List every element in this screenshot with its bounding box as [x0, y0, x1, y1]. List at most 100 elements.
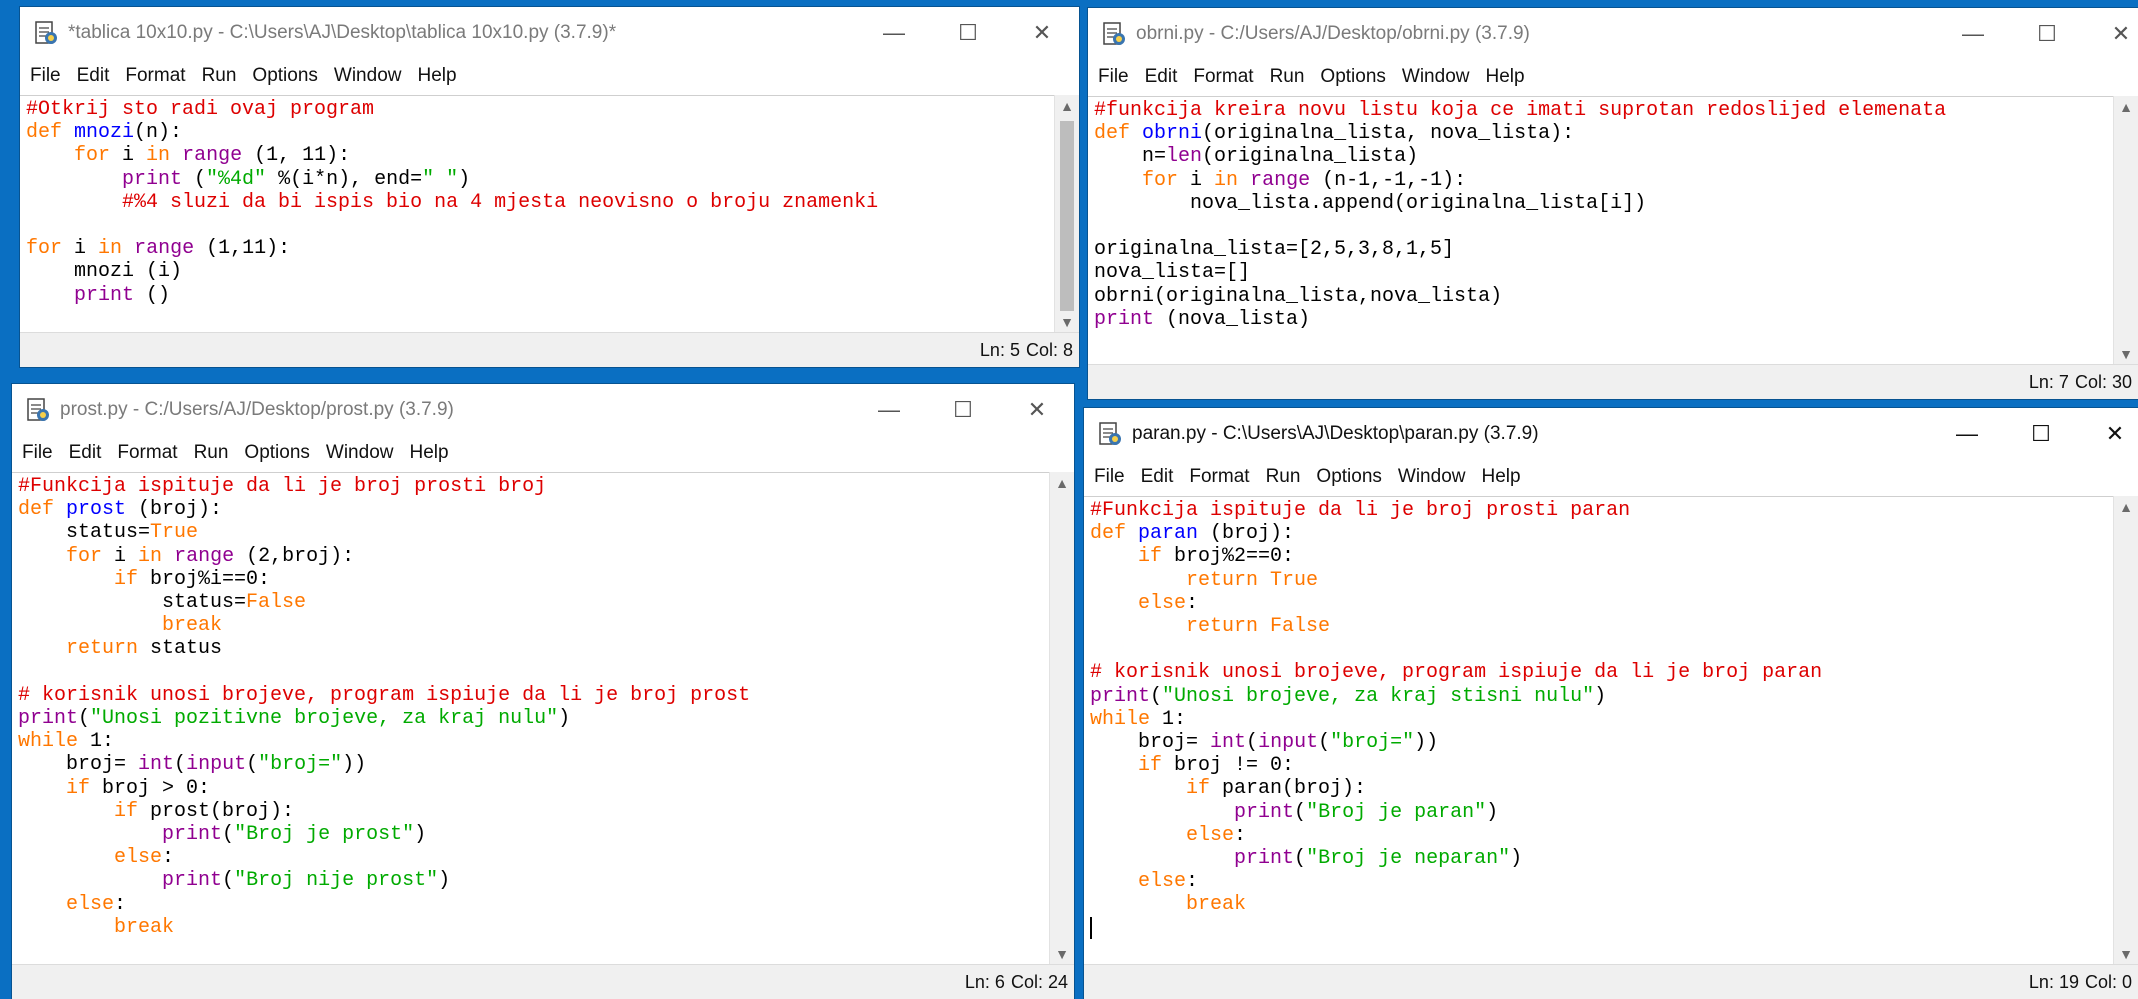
- menu-run[interactable]: Run: [186, 442, 237, 464]
- idle-window-paran[interactable]: paran.py - C:\Users\AJ\Desktop\paran.py …: [1084, 408, 2138, 999]
- vertical-scrollbar[interactable]: ▲ ▼: [2113, 96, 2138, 365]
- menu-bar: File Edit Format Run Options Window Help: [12, 436, 1074, 470]
- code-text: #Otkrij sto radi ovaj program def mnozi(…: [26, 98, 879, 307]
- menu-run[interactable]: Run: [1258, 466, 1309, 488]
- code-editor[interactable]: #Funkcija ispituje da li je broj prosti …: [12, 472, 1050, 965]
- vertical-scrollbar[interactable]: ▲ ▼: [1049, 472, 1074, 965]
- text-cursor: [1090, 916, 1092, 939]
- scroll-thumb[interactable]: [1060, 121, 1074, 311]
- title-bar[interactable]: prost.py - C:/Users/AJ/Desktop/prost.py …: [12, 384, 1074, 436]
- title-bar[interactable]: paran.py - C:\Users\AJ\Desktop\paran.py …: [1084, 408, 2138, 460]
- minimize-button[interactable]: —: [1936, 8, 2010, 60]
- menu-help[interactable]: Help: [1477, 66, 1532, 88]
- window-title: obrni.py - C:/Users/AJ/Desktop/obrni.py …: [1136, 23, 1530, 44]
- python-file-icon: [24, 396, 52, 424]
- menu-options[interactable]: Options: [236, 442, 317, 464]
- close-icon: ✕: [1027, 397, 1047, 422]
- scroll-up-icon[interactable]: ▲: [2114, 496, 2138, 518]
- menu-window[interactable]: Window: [1394, 66, 1478, 88]
- minimize-button[interactable]: —: [1930, 408, 2004, 460]
- title-bar[interactable]: obrni.py - C:/Users/AJ/Desktop/obrni.py …: [1088, 8, 2138, 60]
- maximize-button[interactable]: ☐: [926, 384, 1000, 436]
- menu-file[interactable]: File: [20, 65, 69, 87]
- python-file-icon: [1100, 20, 1128, 48]
- close-icon: ✕: [2111, 21, 2131, 46]
- menu-file[interactable]: File: [12, 442, 61, 464]
- line-number: Ln: 7: [2028, 371, 2069, 392]
- minimize-icon: —: [1962, 21, 1984, 46]
- scroll-down-icon[interactable]: ▼: [1050, 943, 1074, 965]
- menu-file[interactable]: File: [1088, 66, 1137, 88]
- close-button[interactable]: ✕: [2084, 8, 2138, 60]
- idle-window-tablica[interactable]: *tablica 10x10.py - C:\Users\AJ\Desktop\…: [20, 7, 1079, 367]
- code-editor[interactable]: #Funkcija ispituje da li je broj prosti …: [1084, 496, 2114, 965]
- close-button[interactable]: ✕: [1000, 384, 1074, 436]
- vertical-scrollbar[interactable]: ▲ ▼: [2113, 496, 2138, 965]
- maximize-button[interactable]: ☐: [2004, 408, 2078, 460]
- maximize-icon: ☐: [2031, 421, 2051, 446]
- column-number: Col: 8: [1025, 339, 1073, 360]
- line-number: Ln: 6: [964, 971, 1005, 992]
- menu-bar: File Edit Format Run Options Window Help: [1088, 60, 2138, 94]
- scroll-up-icon[interactable]: ▲: [1055, 95, 1079, 117]
- close-icon: ✕: [2105, 421, 2125, 446]
- line-number: Ln: 19: [2028, 971, 2079, 992]
- menu-run[interactable]: Run: [194, 65, 245, 87]
- menu-options[interactable]: Options: [244, 65, 325, 87]
- python-file-icon: [1096, 420, 1124, 448]
- menu-format[interactable]: Format: [1185, 66, 1261, 88]
- menu-help[interactable]: Help: [401, 442, 456, 464]
- minimize-icon: —: [1956, 421, 1978, 446]
- status-bar: Ln: 19 Col: 0: [1084, 964, 2138, 999]
- code-text: #Funkcija ispituje da li je broj prosti …: [18, 475, 751, 939]
- menu-bar: File Edit Format Run Options Window Help: [1084, 460, 2138, 494]
- window-title: *tablica 10x10.py - C:\Users\AJ\Desktop\…: [68, 22, 617, 43]
- maximize-button[interactable]: ☐: [931, 7, 1005, 59]
- scroll-down-icon[interactable]: ▼: [1055, 311, 1079, 333]
- menu-bar: File Edit Format Run Options Window Help: [20, 59, 1079, 93]
- menu-options[interactable]: Options: [1308, 466, 1389, 488]
- menu-edit[interactable]: Edit: [1133, 466, 1182, 488]
- close-button[interactable]: ✕: [2078, 408, 2138, 460]
- idle-window-obrni[interactable]: obrni.py - C:/Users/AJ/Desktop/obrni.py …: [1088, 8, 2138, 399]
- scroll-down-icon[interactable]: ▼: [2114, 943, 2138, 965]
- status-bar: Ln: 7 Col: 30: [1088, 364, 2138, 399]
- title-bar[interactable]: *tablica 10x10.py - C:\Users\AJ\Desktop\…: [20, 7, 1079, 59]
- menu-edit[interactable]: Edit: [61, 442, 110, 464]
- line-number: Ln: 5: [979, 339, 1020, 360]
- menu-file[interactable]: File: [1084, 466, 1133, 488]
- status-bar: Ln: 6 Col: 24: [12, 964, 1074, 999]
- code-editor[interactable]: #Otkrij sto radi ovaj program def mnozi(…: [20, 95, 1055, 333]
- menu-format[interactable]: Format: [117, 65, 193, 87]
- scroll-up-icon[interactable]: ▲: [2114, 96, 2138, 118]
- maximize-button[interactable]: ☐: [2010, 8, 2084, 60]
- code-text: #funkcija kreira novu listu koja ce imat…: [1094, 99, 1947, 331]
- menu-options[interactable]: Options: [1312, 66, 1393, 88]
- window-title: paran.py - C:\Users\AJ\Desktop\paran.py …: [1132, 423, 1539, 444]
- maximize-icon: ☐: [958, 20, 978, 45]
- menu-window[interactable]: Window: [1390, 466, 1474, 488]
- scroll-up-icon[interactable]: ▲: [1050, 472, 1074, 494]
- menu-format[interactable]: Format: [1181, 466, 1257, 488]
- menu-format[interactable]: Format: [109, 442, 185, 464]
- vertical-scrollbar[interactable]: ▲ ▼: [1054, 95, 1079, 333]
- menu-run[interactable]: Run: [1262, 66, 1313, 88]
- maximize-icon: ☐: [2037, 21, 2057, 46]
- minimize-button[interactable]: —: [852, 384, 926, 436]
- status-bar: Ln: 5 Col: 8: [20, 332, 1079, 367]
- minimize-icon: —: [883, 20, 905, 45]
- idle-window-prost[interactable]: prost.py - C:/Users/AJ/Desktop/prost.py …: [12, 384, 1074, 999]
- menu-help[interactable]: Help: [1473, 466, 1528, 488]
- menu-window[interactable]: Window: [318, 442, 402, 464]
- column-number: Col: 24: [1010, 971, 1068, 992]
- menu-help[interactable]: Help: [409, 65, 464, 87]
- menu-edit[interactable]: Edit: [69, 65, 118, 87]
- menu-edit[interactable]: Edit: [1137, 66, 1186, 88]
- menu-window[interactable]: Window: [326, 65, 410, 87]
- close-button[interactable]: ✕: [1005, 7, 1079, 59]
- maximize-icon: ☐: [953, 397, 973, 422]
- minimize-button[interactable]: —: [857, 7, 931, 59]
- code-editor[interactable]: #funkcija kreira novu listu koja ce imat…: [1088, 96, 2114, 365]
- code-text: #Funkcija ispituje da li je broj prosti …: [1084, 497, 2114, 940]
- scroll-down-icon[interactable]: ▼: [2114, 343, 2138, 365]
